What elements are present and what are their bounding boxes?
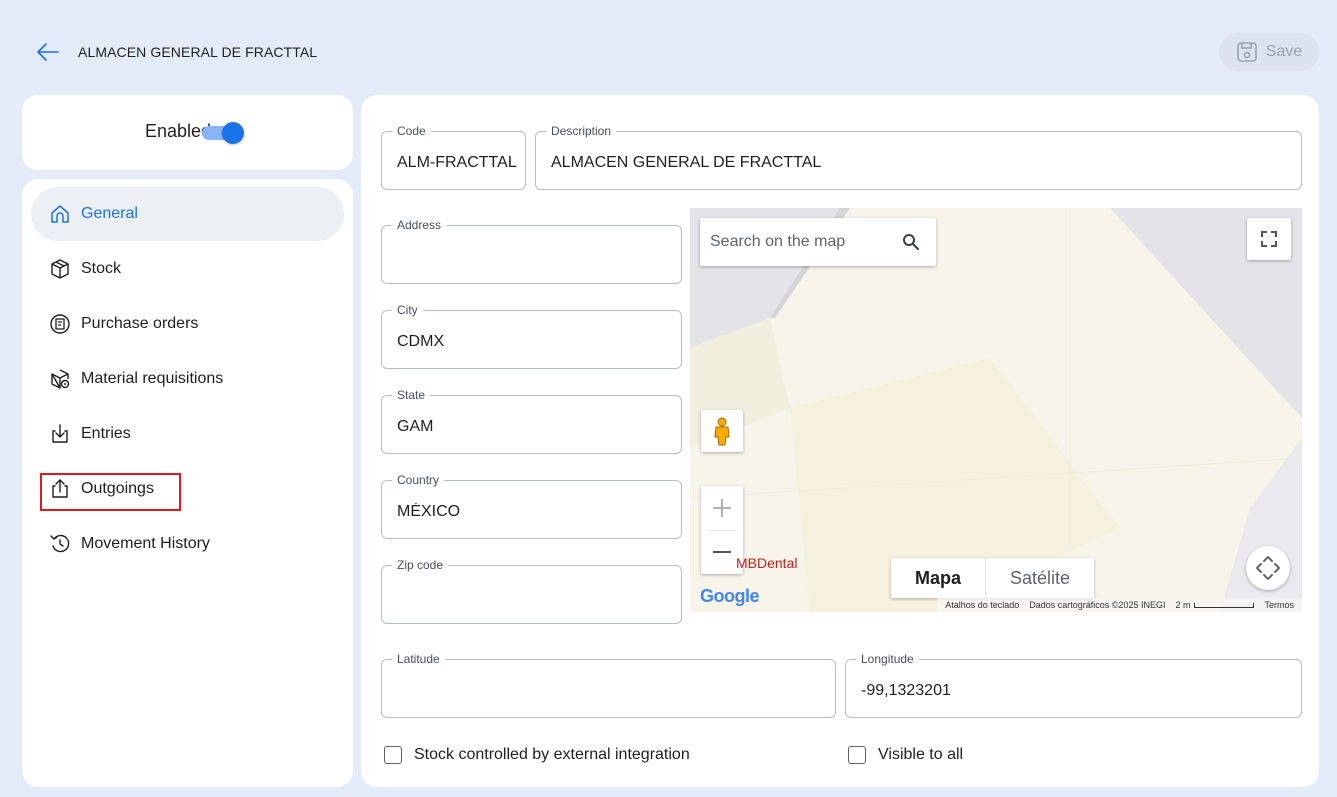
sidebar-item-movement-history[interactable]: Movement History bbox=[31, 517, 344, 571]
longitude-field[interactable]: Longitude -99,1323201 bbox=[845, 652, 1302, 718]
description-field[interactable]: Description ALMACEN GENERAL DE FRACTTAL bbox=[535, 124, 1302, 190]
visible-to-all-label: Visible to all bbox=[878, 746, 964, 763]
sidebar-item-label: General bbox=[81, 205, 138, 222]
sidebar-item-outgoings[interactable]: Outgoings bbox=[31, 462, 344, 516]
country-value: MÉXICO bbox=[397, 503, 461, 520]
description-label: Description bbox=[546, 124, 617, 138]
map-scale-label: 2 m bbox=[1175, 600, 1191, 610]
city-label: City bbox=[392, 303, 423, 317]
fullscreen-icon bbox=[1261, 231, 1277, 247]
state-field[interactable]: State GAM bbox=[381, 388, 682, 454]
sidebar-item-label: Entries bbox=[81, 425, 131, 442]
map-data-attribution: Dados cartográficos ©2025 INEGI bbox=[1029, 600, 1166, 610]
move-icon bbox=[1256, 556, 1280, 580]
address-label: Address bbox=[392, 218, 447, 232]
zip-code-label: Zip code bbox=[392, 558, 449, 572]
sidebar-item-stock[interactable]: Stock bbox=[31, 242, 344, 296]
arrow-left-icon bbox=[37, 43, 59, 61]
receipt-icon bbox=[49, 313, 71, 335]
toggle-thumb bbox=[222, 122, 244, 144]
save-button-label: Save bbox=[1265, 43, 1303, 60]
longitude-value: -99,1323201 bbox=[861, 682, 951, 699]
city-value: CDMX bbox=[397, 333, 445, 350]
code-field[interactable]: Code ALM-FRACTTAL bbox=[381, 124, 526, 190]
map-type-control: Mapa Satélite bbox=[891, 558, 1095, 598]
external-integration-option: Stock controlled by external integration bbox=[384, 746, 690, 764]
enabled-toggle[interactable] bbox=[202, 121, 244, 144]
visible-to-all-checkbox[interactable] bbox=[848, 746, 866, 764]
sidebar-item-general[interactable]: General bbox=[31, 187, 344, 241]
plus-icon bbox=[713, 499, 731, 517]
longitude-label: Longitude bbox=[856, 652, 919, 666]
fullscreen-button[interactable] bbox=[1247, 218, 1291, 260]
description-value: ALMACEN GENERAL DE FRACTTAL bbox=[551, 154, 822, 171]
box-settings-icon bbox=[49, 368, 71, 390]
terms-link[interactable]: Termos bbox=[1264, 600, 1294, 610]
sidebar-item-label: Movement History bbox=[81, 535, 210, 552]
map-poi-label[interactable]: MBDental bbox=[736, 555, 797, 571]
city-field[interactable]: City CDMX bbox=[381, 303, 682, 369]
map-type-map-button[interactable]: Mapa bbox=[891, 558, 985, 598]
sidebar-item-label: Purchase orders bbox=[81, 315, 199, 332]
map-scale-bar bbox=[1194, 602, 1255, 608]
street-view-button[interactable] bbox=[701, 410, 743, 452]
country-field[interactable]: Country MÉXICO bbox=[381, 473, 682, 539]
google-logo: Google bbox=[700, 586, 760, 607]
state-label: State bbox=[392, 388, 431, 402]
sidebar: General Stock Purchase orders Material r… bbox=[22, 179, 353, 787]
sidebar-item-material-requisitions[interactable]: Material requisitions bbox=[31, 352, 344, 406]
sidebar-item-label: Outgoings bbox=[81, 480, 154, 497]
country-label: Country bbox=[392, 473, 445, 487]
map-type-satellite-button[interactable]: Satélite bbox=[985, 558, 1094, 598]
back-button[interactable] bbox=[36, 41, 60, 63]
latitude-label: Latitude bbox=[392, 652, 445, 666]
map-search-input[interactable]: Search on the map bbox=[700, 218, 936, 266]
code-label: Code bbox=[392, 124, 431, 138]
home-icon bbox=[49, 203, 71, 225]
map-search-placeholder: Search on the map bbox=[710, 233, 846, 250]
sidebar-item-label: Stock bbox=[81, 260, 122, 277]
keyboard-shortcuts-link[interactable]: Atalhos do teclado bbox=[945, 600, 1019, 610]
download-icon bbox=[49, 423, 71, 445]
map-footer: Atalhos do teclado Dados cartográficos ©… bbox=[937, 598, 1302, 612]
visible-to-all-option: Visible to all bbox=[848, 746, 963, 764]
camera-control-button[interactable] bbox=[1246, 546, 1290, 590]
page-title: ALMACEN GENERAL DE FRACTTAL bbox=[78, 44, 318, 60]
zip-code-field[interactable]: Zip code bbox=[381, 558, 682, 624]
sidebar-item-purchase-orders[interactable]: Purchase orders bbox=[31, 297, 344, 351]
sidebar-item-label: Material requisitions bbox=[81, 370, 224, 387]
save-button[interactable]: Save bbox=[1219, 33, 1319, 71]
code-value: ALM-FRACTTAL bbox=[397, 154, 517, 171]
save-icon bbox=[1236, 42, 1257, 62]
state-value: GAM bbox=[397, 418, 434, 435]
map[interactable]: Search on the map MBDental Mapa Satélite bbox=[690, 208, 1302, 612]
map-scale: 2 m bbox=[1175, 600, 1255, 610]
google-logo-text: Google bbox=[700, 586, 760, 606]
map-tiles bbox=[690, 208, 1302, 612]
zoom-in-button[interactable] bbox=[701, 486, 743, 530]
status-card: Enabled bbox=[22, 95, 353, 170]
history-icon bbox=[49, 533, 71, 555]
external-integration-label: Stock controlled by external integration bbox=[414, 746, 690, 763]
pegman-icon bbox=[714, 417, 730, 446]
external-integration-checkbox[interactable] bbox=[384, 746, 402, 764]
box-icon bbox=[49, 258, 71, 280]
upload-icon bbox=[49, 478, 71, 500]
address-field[interactable]: Address bbox=[381, 218, 682, 284]
sidebar-item-entries[interactable]: Entries bbox=[31, 407, 344, 461]
latitude-field[interactable]: Latitude bbox=[381, 652, 836, 718]
search-icon[interactable] bbox=[902, 233, 920, 251]
